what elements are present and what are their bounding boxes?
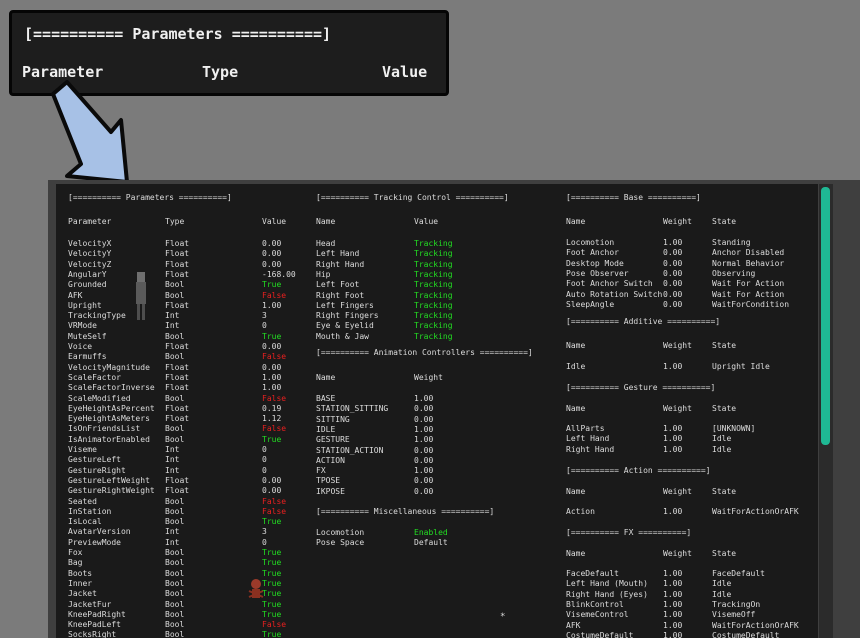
tracking-row-cell: Mouth & Jaw: [316, 331, 369, 341]
section-title-base-cell: [========== Base ==========]: [566, 193, 701, 202]
header-row-cell: Type: [165, 217, 185, 226]
parameter-row: SocksRight Bool True: [68, 629, 308, 638]
section-title-additive: [========== Additive ==========]: [566, 316, 816, 327]
fx-layer-row-cell: 1.00: [663, 630, 683, 638]
section-title-parameters-cell: [========== Parameters ==========]: [68, 193, 232, 202]
scrollbar-thumb[interactable]: [821, 187, 830, 445]
header-row: Name Weight State: [566, 548, 816, 559]
header-row-cell: Value: [414, 217, 439, 226]
section-title-animation-cell: [========== Animation Controllers ======…: [316, 348, 533, 357]
animation-controller-row-cell: IKPOSE: [316, 486, 345, 496]
zoom-title: [========== Parameters ==========]: [24, 25, 332, 43]
section-title-parameters: [========== Parameters ==========]: [68, 192, 308, 203]
header-row: Name Weight: [316, 372, 556, 383]
additive-layer-row: Idle 1.00 Upright Idle: [566, 361, 816, 372]
parameter-row-cell: Bool: [165, 630, 185, 638]
header-row-cell: Name: [566, 404, 586, 413]
misc-row-cell: Pose Space: [316, 538, 365, 548]
header-row-cell: State: [712, 217, 737, 226]
header-row-cell: Name: [316, 373, 336, 382]
tracking-row-cell: Tracking: [414, 331, 453, 341]
header-row-cell: Weight: [663, 341, 692, 350]
animation-controller-row: IKPOSE 0.00: [316, 486, 556, 497]
gesture-layer-row-cell: Right Hand: [566, 444, 615, 454]
gesture-layer-row-cell: 1.00: [663, 444, 683, 454]
gesture-layer-row: Right Hand 1.00 Idle: [566, 444, 816, 455]
section-title-fx-cell: [========== FX ==========]: [566, 528, 692, 537]
additive-layer-row-cell: Idle: [566, 362, 586, 371]
action-layer-row-cell: WaitForActionOrAFK: [712, 507, 799, 516]
section-title-misc: [========== Miscellaneous ==========]: [316, 506, 556, 517]
header-row-cell: State: [712, 404, 737, 413]
tracking-row: Mouth & Jaw Tracking: [316, 331, 556, 342]
header-row: Name Weight State: [566, 340, 816, 351]
zoom-col-value: Value: [382, 63, 428, 81]
zoom-col-type: Type: [202, 63, 239, 81]
fx-layer-row-cell: CostumeDefault: [566, 630, 634, 638]
header-row-cell: Name: [566, 487, 586, 496]
header-row-cell: Name: [566, 549, 586, 558]
action-layer-row-cell: 1.00: [663, 507, 683, 516]
header-row-cell: State: [712, 487, 737, 496]
avatar-sprite-icon: [136, 272, 146, 320]
header-row-cell: Weight: [663, 217, 692, 226]
section-title-action: [========== Action ==========]: [566, 465, 816, 476]
header-row-cell: Value: [262, 217, 287, 226]
section-title-gesture: [========== Gesture ==========]: [566, 382, 816, 393]
additive-layer-row-cell: 1.00: [663, 362, 683, 371]
active-layer-marker: *: [500, 612, 506, 622]
header-row-cell: State: [712, 341, 737, 350]
section-title-gesture-cell: [========== Gesture ==========]: [566, 383, 716, 392]
header-row: Name Weight State: [566, 216, 816, 227]
section-title-animation: [========== Animation Controllers ======…: [316, 347, 556, 358]
debug-content: [========== Parameters ==========] Parame…: [56, 184, 818, 638]
misc-row: Pose Space Default: [316, 537, 556, 548]
additive-layer-row-cell: Upright Idle: [712, 362, 770, 371]
header-row: Name Weight State: [566, 403, 816, 414]
parameter-row-cell: SocksRight: [68, 630, 117, 638]
parameter-row-cell: True: [262, 630, 282, 638]
section-title-misc-cell: [========== Miscellaneous ==========]: [316, 507, 495, 516]
avatar-debug-panel: [========== Parameters ==========] Parame…: [48, 180, 860, 638]
header-row-cell: Weight: [663, 404, 692, 413]
header-row-cell: Weight: [663, 549, 692, 558]
header-row: Name Value: [316, 216, 556, 227]
section-title-fx: [========== FX ==========]: [566, 527, 816, 538]
base-layer-row-cell: 0.00: [663, 299, 683, 309]
action-layer-row: Action 1.00 WaitForActionOrAFK: [566, 506, 816, 517]
base-layer-row: SleepAngle 0.00 WaitForCondition: [566, 299, 816, 310]
fx-layer-row-cell: CostumeDefault: [712, 630, 780, 638]
section-title-base: [========== Base ==========]: [566, 192, 816, 203]
base-layer-row-cell: WaitForCondition: [712, 299, 790, 309]
section-title-action-cell: [========== Action ==========]: [566, 466, 711, 475]
fx-layer-row: CostumeDefault 1.00 CostumeDefault: [566, 630, 816, 638]
section-title-tracking-cell: [========== Tracking Control ==========]: [316, 193, 509, 202]
header-row-cell: Parameter: [68, 217, 112, 226]
header-row-cell: Name: [316, 217, 336, 226]
animation-controller-row-cell: 0.00: [414, 486, 434, 496]
base-layer-row-cell: SleepAngle: [566, 299, 615, 309]
header-row: Name Weight State: [566, 486, 816, 497]
header-row-cell: Name: [566, 217, 586, 226]
fox-sprite-icon: [248, 579, 264, 598]
misc-row-cell: Default: [414, 538, 448, 548]
header-row: Parameter Type Value: [68, 216, 308, 227]
header-row-cell: Weight: [414, 373, 443, 382]
section-title-additive-cell: [========== Additive ==========]: [566, 317, 721, 326]
header-row-cell: Weight: [663, 487, 692, 496]
section-title-tracking: [========== Tracking Control ==========]: [316, 192, 556, 203]
pointer-arrow-icon: [51, 80, 129, 184]
action-layer-row-cell: Action: [566, 507, 595, 516]
header-row-cell: Name: [566, 341, 586, 350]
zoom-col-parameter: Parameter: [22, 63, 104, 81]
header-row-cell: State: [712, 549, 737, 558]
gesture-layer-row-cell: Idle: [712, 444, 732, 454]
